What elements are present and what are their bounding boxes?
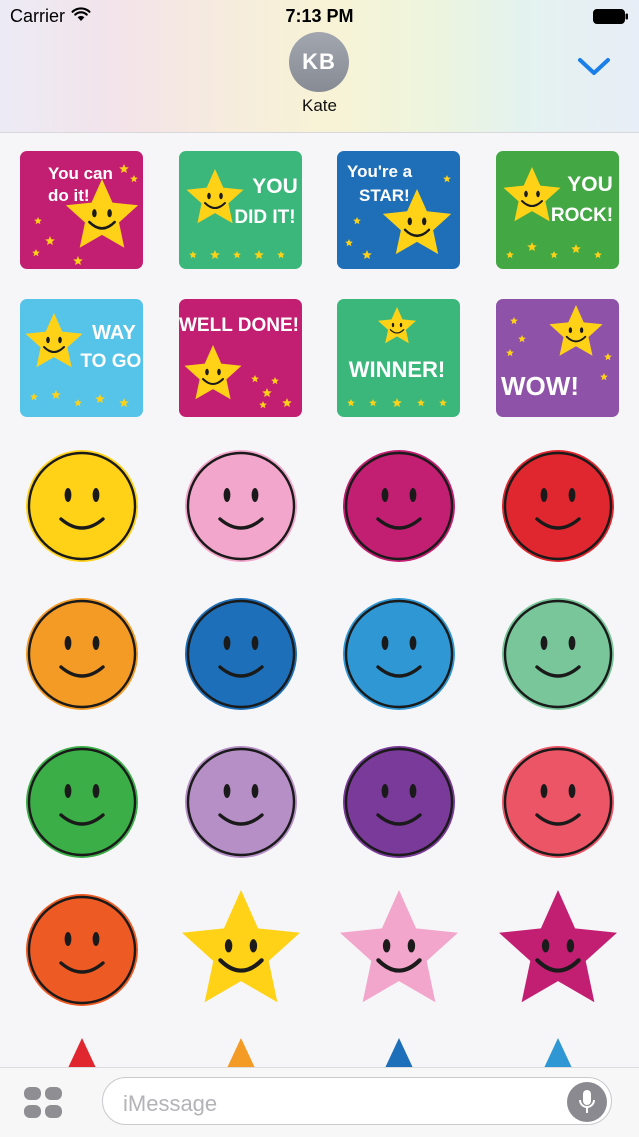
sticker-text: TO GO! bbox=[80, 351, 143, 372]
smiley-sticker-green[interactable] bbox=[25, 745, 139, 859]
star-sticker-pink[interactable] bbox=[337, 888, 461, 1008]
smiley-sticker-pink[interactable] bbox=[184, 449, 298, 563]
sticker-text: YOU bbox=[252, 175, 298, 198]
smiley-sticker-coral[interactable] bbox=[501, 745, 615, 859]
sticker-text: WINNER! bbox=[349, 357, 446, 382]
clock: 7:13 PM bbox=[285, 6, 354, 26]
chevron-down-icon[interactable] bbox=[572, 50, 616, 84]
microphone-icon[interactable] bbox=[567, 1082, 607, 1122]
sticker-card-wow[interactable]: WOW! bbox=[496, 299, 619, 417]
sticker-text: You're a bbox=[347, 162, 413, 181]
sticker-card-well-done[interactable]: WELL DONE! bbox=[179, 299, 302, 417]
battery-icon bbox=[593, 0, 629, 32]
smiley-sticker-lilac[interactable] bbox=[184, 745, 298, 859]
smiley-sticker-blue[interactable] bbox=[184, 597, 298, 711]
avatar[interactable]: KB bbox=[289, 32, 349, 92]
smiley-sticker-magenta[interactable] bbox=[342, 449, 456, 563]
partial-sticker-blue[interactable] bbox=[383, 1038, 415, 1067]
smiley-sticker-light-blue[interactable] bbox=[342, 597, 456, 711]
sticker-text: ROCK! bbox=[551, 205, 613, 226]
sticker-grid: You can do it! YOU DID IT! You're a STAR! YOU R… bbox=[0, 133, 639, 1067]
star-sticker-magenta[interactable] bbox=[496, 888, 620, 1008]
star-sticker-yellow[interactable] bbox=[179, 888, 303, 1008]
partial-sticker-light-blue[interactable] bbox=[542, 1038, 574, 1067]
sticker-text: do it! bbox=[48, 186, 90, 205]
partial-sticker-orange[interactable] bbox=[225, 1038, 257, 1067]
sticker-card-you-did-it[interactable]: YOU DID IT! bbox=[179, 151, 302, 269]
contact-name[interactable]: Kate bbox=[0, 96, 639, 116]
conversation-header: Carrier 7:13 PM KB Kate bbox=[0, 0, 639, 133]
smiley-sticker-orange[interactable] bbox=[25, 597, 139, 711]
smiley-sticker-yellow[interactable] bbox=[25, 449, 139, 563]
sticker-card-you-can-do-it[interactable]: You can do it! bbox=[20, 151, 143, 269]
sticker-text: You can bbox=[48, 164, 113, 183]
message-placeholder: iMessage bbox=[123, 1091, 218, 1116]
smiley-sticker-red-orange[interactable] bbox=[25, 893, 139, 1007]
app-drawer-icon[interactable] bbox=[22, 1086, 66, 1120]
sticker-card-way-to-go[interactable]: WAY TO GO! bbox=[20, 299, 143, 417]
sticker-card-youre-a-star[interactable]: You're a STAR! bbox=[337, 151, 460, 269]
smiley-sticker-mint[interactable] bbox=[501, 597, 615, 711]
sticker-card-you-rock[interactable]: YOU ROCK! bbox=[496, 151, 619, 269]
message-input[interactable]: iMessage bbox=[102, 1077, 612, 1125]
partial-sticker-red[interactable] bbox=[66, 1038, 98, 1067]
sticker-text: YOU bbox=[567, 173, 613, 196]
sticker-text: WELL DONE! bbox=[179, 315, 299, 336]
sticker-text: WOW! bbox=[501, 371, 579, 401]
smiley-sticker-red[interactable] bbox=[501, 449, 615, 563]
smiley-sticker-purple[interactable] bbox=[342, 745, 456, 859]
sticker-text: DID IT! bbox=[234, 207, 295, 228]
sticker-card-winner[interactable]: WINNER! bbox=[337, 299, 460, 417]
sticker-text: WAY bbox=[92, 322, 136, 344]
sticker-text: STAR! bbox=[359, 186, 410, 205]
compose-bar: iMessage bbox=[0, 1067, 639, 1137]
